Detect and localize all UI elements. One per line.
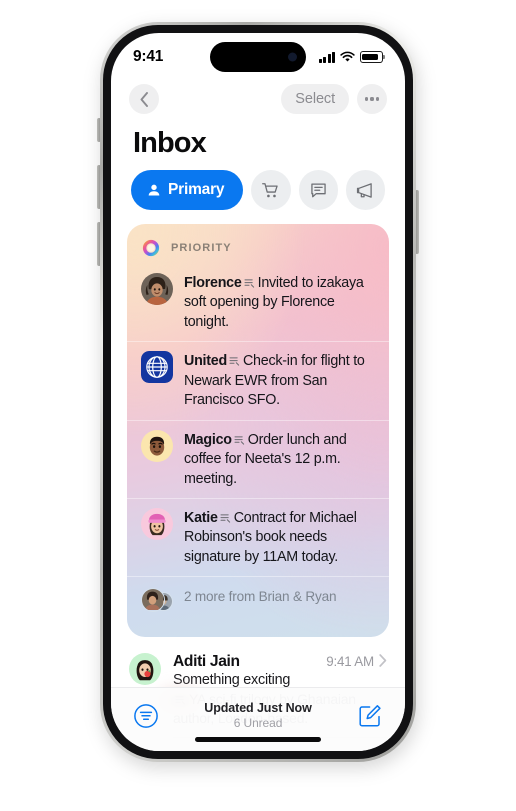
stacked-avatars [141, 586, 173, 618]
phone-frame: 9:41 Select Inbox Primary PRIORITY Flore… [100, 22, 416, 762]
memoji-avatar-magico [141, 429, 173, 462]
screenshot-stage: 9:41 Select Inbox Primary PRIORITY Flore… [0, 0, 516, 811]
filter-pill-primary[interactable]: Primary [131, 170, 244, 210]
sync-status: Updated Just Now 6 Unread [159, 701, 357, 730]
filter-pill-updates[interactable] [298, 170, 338, 210]
chevron-left-icon [140, 91, 148, 107]
filter-pill-transactions[interactable] [251, 170, 291, 210]
dynamic-island [210, 42, 306, 72]
united-airlines-logo [141, 351, 173, 384]
compose-button[interactable] [357, 703, 383, 729]
priority-more-row[interactable]: 2 more from Brian & Ryan [127, 576, 389, 627]
apple-intelligence-icon [141, 238, 161, 258]
priority-item-text: Florence Invited to izakaya soft opening … [184, 273, 375, 332]
ellipsis-icon [365, 97, 379, 101]
more-options-button[interactable] [357, 84, 387, 114]
priority-item-text: Magico Order lunch and coffee for Neeta's… [184, 430, 375, 489]
priority-card[interactable]: PRIORITY Florence Invited to izakaya sof… [127, 224, 389, 637]
priority-item-sender: Magico [184, 431, 232, 448]
phone-bezel: 9:41 Select Inbox Primary PRIORITY Flore… [103, 25, 413, 759]
status-bar-indicators [318, 51, 385, 63]
filter-pill-bar: Primary [111, 170, 405, 224]
cellular-signal-icon [318, 51, 335, 63]
home-indicator[interactable] [195, 737, 321, 742]
summary-icon [234, 432, 245, 445]
inbox-content: PRIORITY Florence Invited to izakaya sof… [111, 224, 405, 751]
person-icon [148, 184, 160, 196]
priority-item[interactable]: Katie Contract for Michael Robinson's boo… [127, 497, 389, 576]
memoji-avatar-aditi [129, 653, 161, 686]
mail-row-meta: 9:41 AM [326, 654, 387, 669]
filter-pill-primary-label: Primary [168, 181, 225, 198]
summary-icon [220, 510, 231, 523]
megaphone-icon [356, 182, 372, 198]
memoji-avatar-katie [141, 507, 173, 540]
wifi-icon [340, 51, 355, 62]
filter-button[interactable] [133, 703, 159, 729]
sync-status-primary: Updated Just Now [204, 701, 312, 715]
nav-right-group: Select [281, 84, 387, 114]
mail-row-top: Aditi Jain 9:41 AM [173, 653, 387, 671]
priority-item-sender: Katie [184, 509, 218, 526]
priority-item[interactable]: Florence Invited to izakaya soft opening … [127, 264, 389, 341]
priority-item-text: Katie Contract for Michael Robinson's boo… [184, 508, 375, 567]
front-camera-icon [288, 52, 297, 62]
mail-sender-name: Aditi Jain [173, 653, 240, 671]
filter-icon [134, 703, 158, 728]
phone-screen: 9:41 Select Inbox Primary PRIORITY Flore… [111, 33, 405, 751]
sync-status-secondary: 6 Unread [233, 716, 283, 730]
priority-card-label: PRIORITY [171, 242, 232, 254]
mail-timestamp: 9:41 AM [326, 654, 374, 670]
back-button[interactable] [129, 84, 159, 114]
page-title: Inbox [133, 127, 207, 159]
status-bar-time: 9:41 [133, 48, 164, 65]
mail-subject: Something exciting [173, 672, 291, 689]
priority-item[interactable]: Magico Order lunch and coffee for Neeta's… [127, 419, 389, 498]
priority-item-sender: Florence [184, 275, 242, 291]
priority-item-text: United Check-in for flight to Newark EWR … [184, 351, 375, 410]
priority-item-sender: United [184, 353, 227, 370]
priority-item[interactable]: United Check-in for flight to Newark EWR … [127, 341, 389, 419]
chevron-right-icon[interactable] [379, 654, 387, 669]
battery-icon [360, 51, 385, 63]
priority-more-label: 2 more from Brian & Ryan [184, 589, 337, 605]
select-button-label: Select [295, 91, 335, 107]
navigation-bar: Select [111, 77, 405, 119]
cart-icon [262, 182, 279, 197]
filter-pill-promotions[interactable] [345, 170, 385, 210]
compose-icon [359, 704, 381, 727]
chat-bubble-icon [310, 182, 326, 197]
select-button[interactable]: Select [281, 84, 349, 114]
priority-card-header: PRIORITY [127, 236, 389, 264]
status-bar: 9:41 [111, 33, 405, 77]
summary-icon [229, 353, 240, 366]
summary-icon [244, 275, 255, 288]
photo-avatar-florence [141, 273, 173, 305]
